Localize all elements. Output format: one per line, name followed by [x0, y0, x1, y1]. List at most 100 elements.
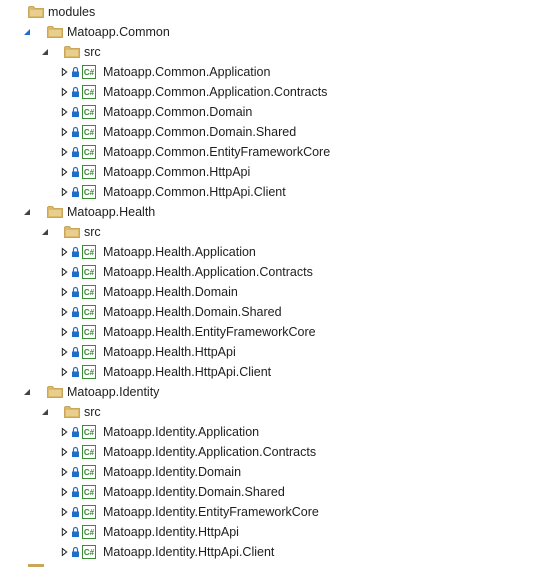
collapsed-arrow-icon[interactable]: [57, 182, 71, 202]
tree-item-project[interactable]: C# Matoapp.Common.Domain.Shared: [0, 122, 546, 142]
svg-text:C#: C#: [84, 528, 95, 537]
lock-icon: [71, 106, 80, 118]
tree-item-module[interactable]: Matoapp.Health: [0, 202, 546, 222]
collapsed-arrow-icon[interactable]: [57, 522, 71, 542]
expanded-arrow-icon[interactable]: [38, 402, 52, 422]
csharp-project-icon: C#: [82, 325, 96, 339]
project-label: Matoapp.Common.EntityFrameworkCore: [103, 145, 331, 159]
project-label: Matoapp.Common.HttpApi: [103, 165, 251, 179]
project-label: Matoapp.Common.Application.Contracts: [103, 85, 328, 99]
tree-item-project[interactable]: C# Matoapp.Health.Application: [0, 242, 546, 262]
collapsed-arrow-icon[interactable]: [57, 82, 71, 102]
csharp-project-icon: C#: [82, 345, 96, 359]
project-label: Matoapp.Common.Application: [103, 65, 271, 79]
collapsed-arrow-icon[interactable]: [57, 162, 71, 182]
project-label: Matoapp.Health.HttpApi.Client: [103, 365, 272, 379]
project-label: Matoapp.Identity.Domain: [103, 465, 242, 479]
lock-icon: [71, 426, 80, 438]
folder-icon: [47, 205, 63, 219]
svg-text:C#: C#: [84, 468, 95, 477]
csharp-project-icon: C#: [82, 465, 96, 479]
lock-icon: [71, 546, 80, 558]
folder-icon: [47, 385, 63, 399]
collapsed-arrow-icon[interactable]: [57, 482, 71, 502]
folder-label: src: [84, 225, 101, 239]
tree-item-project[interactable]: C# Matoapp.Identity.HttpApi: [0, 522, 546, 542]
csharp-project-icon: C#: [82, 185, 96, 199]
collapsed-arrow-icon[interactable]: [57, 102, 71, 122]
folder-label: src: [84, 45, 101, 59]
expanded-arrow-icon[interactable]: [20, 202, 34, 222]
tree-item-project[interactable]: C# Matoapp.Health.Application.Contracts: [0, 262, 546, 282]
collapsed-arrow-icon[interactable]: [57, 302, 71, 322]
svg-text:C#: C#: [84, 488, 95, 497]
collapsed-arrow-icon[interactable]: [57, 262, 71, 282]
project-label: Matoapp.Health.Application.Contracts: [103, 265, 313, 279]
svg-text:C#: C#: [84, 288, 95, 297]
tree-item-module[interactable]: Matoapp.Common: [0, 22, 546, 42]
collapsed-arrow-icon[interactable]: [57, 422, 71, 442]
project-label: Matoapp.Identity.HttpApi: [103, 525, 239, 539]
project-label: Matoapp.Health.Domain.Shared: [103, 305, 282, 319]
svg-text:C#: C#: [84, 68, 95, 77]
lock-icon: [71, 346, 80, 358]
tree-item-project[interactable]: C# Matoapp.Common.EntityFrameworkCore: [0, 142, 546, 162]
tree-item-project[interactable]: C# Matoapp.Common.HttpApi: [0, 162, 546, 182]
tree-item-project[interactable]: C# Matoapp.Identity.Application: [0, 422, 546, 442]
project-label: Matoapp.Common.HttpApi.Client: [103, 185, 286, 199]
tree-item-project[interactable]: C# Matoapp.Health.EntityFrameworkCore: [0, 322, 546, 342]
tree-item-project[interactable]: C# Matoapp.Identity.Domain: [0, 462, 546, 482]
collapsed-arrow-icon[interactable]: [57, 242, 71, 262]
lock-icon: [71, 146, 80, 158]
collapsed-arrow-icon[interactable]: [57, 62, 71, 82]
tree-item-project[interactable]: C# Matoapp.Identity.EntityFrameworkCore: [0, 502, 546, 522]
collapsed-arrow-icon[interactable]: [57, 502, 71, 522]
csharp-project-icon: C#: [82, 545, 96, 559]
collapsed-arrow-icon[interactable]: [57, 362, 71, 382]
collapsed-arrow-icon[interactable]: [57, 542, 71, 562]
svg-text:C#: C#: [84, 248, 95, 257]
collapsed-arrow-icon[interactable]: [57, 442, 71, 462]
collapsed-arrow-icon[interactable]: [57, 282, 71, 302]
lock-icon: [71, 66, 80, 78]
tree-item-project[interactable]: C# Matoapp.Identity.Domain.Shared: [0, 482, 546, 502]
csharp-project-icon: C#: [82, 245, 96, 259]
solution-explorer-tree: modules Matoapp.Common src C# Matoapp.Common…: [0, 0, 546, 567]
collapsed-arrow-icon[interactable]: [57, 342, 71, 362]
project-label: Matoapp.Identity.Application.Contracts: [103, 445, 317, 459]
tree-item-project[interactable]: C# Matoapp.Common.HttpApi.Client: [0, 182, 546, 202]
tree-item-src[interactable]: src: [0, 42, 546, 62]
expanded-arrow-icon[interactable]: [38, 222, 52, 242]
csharp-project-icon: C#: [82, 265, 96, 279]
tree-item-project[interactable]: C# Matoapp.Common.Domain: [0, 102, 546, 122]
expanded-arrow-icon[interactable]: [20, 382, 34, 402]
tree-item-module[interactable]: Matoapp.Identity: [0, 382, 546, 402]
project-label: Matoapp.Identity.Application: [103, 425, 260, 439]
svg-text:C#: C#: [84, 188, 95, 197]
tree-item-project[interactable]: C# Matoapp.Identity.HttpApi.Client: [0, 542, 546, 562]
tree-item-src[interactable]: src: [0, 402, 546, 422]
lock-icon: [71, 506, 80, 518]
svg-text:C#: C#: [84, 348, 95, 357]
csharp-project-icon: C#: [82, 525, 96, 539]
tree-item-project[interactable]: C# Matoapp.Health.Domain: [0, 282, 546, 302]
expanded-arrow-icon[interactable]: [38, 42, 52, 62]
tree-item-project[interactable]: C# Matoapp.Health.HttpApi.Client: [0, 362, 546, 382]
lock-icon: [71, 486, 80, 498]
collapsed-arrow-icon[interactable]: [57, 142, 71, 162]
tree-item-src[interactable]: src: [0, 222, 546, 242]
expanded-arrow-icon[interactable]: [20, 22, 34, 42]
folder-label: modules: [48, 5, 96, 19]
tree-item-modules[interactable]: modules: [0, 2, 546, 22]
folder-icon: [64, 45, 80, 59]
lock-icon: [71, 246, 80, 258]
collapsed-arrow-icon[interactable]: [57, 122, 71, 142]
tree-item-project[interactable]: C# Matoapp.Health.Domain.Shared: [0, 302, 546, 322]
tree-item-project[interactable]: C# Matoapp.Health.HttpApi: [0, 342, 546, 362]
tree-item-project[interactable]: C# Matoapp.Common.Application.Contracts: [0, 82, 546, 102]
tree-item-project[interactable]: C# Matoapp.Identity.Application.Contracts: [0, 442, 546, 462]
csharp-project-icon: C#: [82, 145, 96, 159]
collapsed-arrow-icon[interactable]: [57, 462, 71, 482]
collapsed-arrow-icon[interactable]: [57, 322, 71, 342]
tree-item-project[interactable]: C# Matoapp.Common.Application: [0, 62, 546, 82]
